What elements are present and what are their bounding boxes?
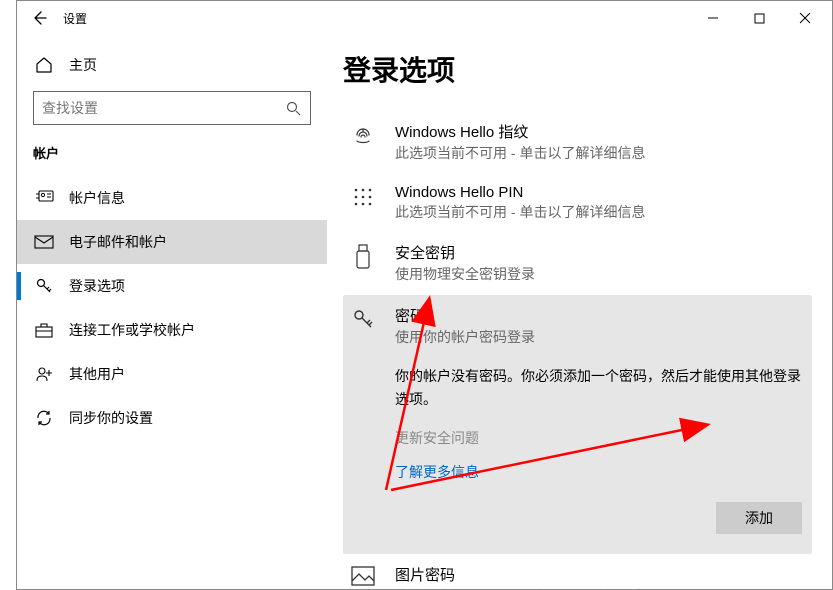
sidebar-home[interactable]: 主页 xyxy=(17,45,327,85)
option-title: 密码 xyxy=(395,305,806,326)
maximize-icon xyxy=(754,13,765,24)
option-password[interactable]: 密码 使用你的帐户密码登录 你的帐户没有密码。你必须添加一个密码，然后才能使用其… xyxy=(343,295,812,554)
option-title: Windows Hello 指纹 xyxy=(395,121,806,142)
briefcase-icon xyxy=(33,322,55,338)
sidebar-home-label: 主页 xyxy=(69,55,97,75)
sidebar-item-other-users[interactable]: 其他用户 xyxy=(17,352,327,396)
option-security-key[interactable]: 安全密钥 使用物理安全密钥登录 xyxy=(343,232,812,295)
home-icon xyxy=(33,56,55,74)
pin-grid-icon xyxy=(349,184,377,223)
option-subtitle: 使用物理安全密钥登录 xyxy=(395,265,806,285)
sidebar-item-label: 登录选项 xyxy=(69,276,125,296)
maximize-button[interactable] xyxy=(736,1,782,35)
close-icon xyxy=(799,12,811,24)
option-body: 你的帐户没有密码。你必须添加一个密码，然后才能使用其他登录选项。 xyxy=(395,365,806,410)
sidebar-item-label: 帐户信息 xyxy=(69,188,125,208)
sidebar-item-signin-options[interactable]: 登录选项 xyxy=(17,264,327,308)
person-card-icon xyxy=(33,190,55,206)
sidebar-item-sync[interactable]: 同步你的设置 xyxy=(17,396,327,440)
arrow-left-icon xyxy=(31,10,47,26)
person-plus-icon xyxy=(33,365,55,383)
search-icon xyxy=(284,101,302,116)
minimize-icon xyxy=(707,12,719,24)
sidebar-item-label: 其他用户 xyxy=(69,364,125,384)
back-button[interactable] xyxy=(21,1,57,35)
settings-window: 设置 主页 查找设置 xyxy=(16,0,833,590)
option-subtitle: 此选项当前不可用 - 单击以了解详细信息 xyxy=(395,144,806,164)
usb-key-icon xyxy=(349,242,377,285)
option-title: Windows Hello PIN xyxy=(395,184,806,201)
option-picture-password[interactable]: 图片密码 此选项当前不可用 - 单击以了解详细信息 xyxy=(343,554,812,589)
sidebar-item-label: 电子邮件和帐户 xyxy=(69,232,167,252)
update-security-questions-link[interactable]: 更新安全问题 xyxy=(395,428,806,448)
sidebar: 主页 查找设置 帐户 帐户信息 xyxy=(17,35,327,589)
sidebar-item-label: 连接工作或学校帐户 xyxy=(69,320,195,340)
option-title: 安全密钥 xyxy=(395,242,806,263)
sync-icon xyxy=(33,409,55,427)
option-fingerprint[interactable]: Windows Hello 指纹 此选项当前不可用 - 单击以了解详细信息 xyxy=(343,111,812,174)
sidebar-item-email-accounts[interactable]: 电子邮件和帐户 xyxy=(17,220,327,264)
fingerprint-icon xyxy=(349,121,377,164)
option-subtitle: 使用你的帐户密码登录 xyxy=(395,328,806,348)
key-icon xyxy=(349,305,377,534)
sidebar-item-label: 同步你的设置 xyxy=(69,408,153,428)
search-placeholder: 查找设置 xyxy=(42,98,284,118)
window-title: 设置 xyxy=(57,10,87,27)
close-button[interactable] xyxy=(782,1,828,35)
key-icon xyxy=(33,277,55,295)
mail-icon xyxy=(33,235,55,249)
option-subtitle: 此选项当前不可用 - 单击以了解详细信息 xyxy=(395,203,806,223)
minimize-button[interactable] xyxy=(690,1,736,35)
titlebar: 设置 xyxy=(17,1,832,35)
option-title: 图片密码 xyxy=(395,564,806,585)
search-input[interactable]: 查找设置 xyxy=(33,91,311,125)
sidebar-item-work-school[interactable]: 连接工作或学校帐户 xyxy=(17,308,327,352)
option-pin[interactable]: Windows Hello PIN 此选项当前不可用 - 单击以了解详细信息 xyxy=(343,174,812,233)
option-subtitle: 此选项当前不可用 - 单击以了解详细信息 xyxy=(395,587,806,589)
sidebar-item-account-info[interactable]: 帐户信息 xyxy=(17,176,327,220)
learn-more-link[interactable]: 了解更多信息 xyxy=(395,462,806,482)
main-panel: 登录选项 Windows Hello 指纹 此选项当前不可用 - 单击以了解详细… xyxy=(327,35,832,589)
sidebar-category: 帐户 xyxy=(17,143,327,162)
page-title: 登录选项 xyxy=(343,49,812,89)
picture-icon xyxy=(349,564,377,589)
add-button[interactable]: 添加 xyxy=(716,502,802,534)
